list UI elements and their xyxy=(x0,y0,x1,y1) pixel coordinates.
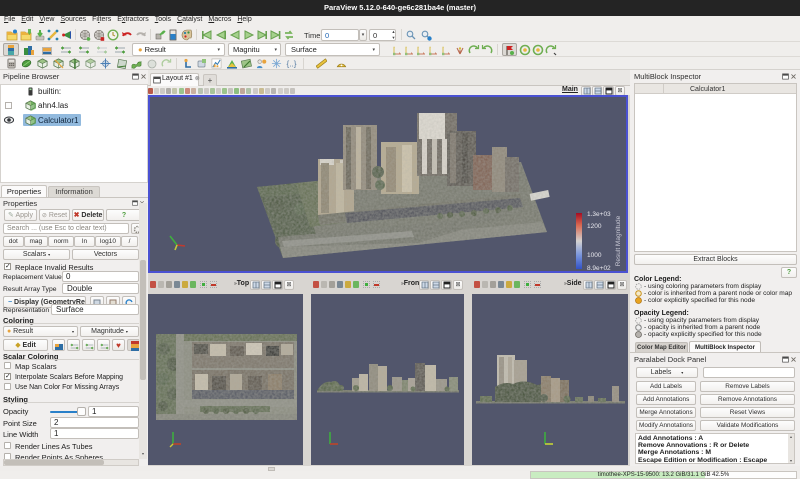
svg-text:8.9e+02: 8.9e+02 xyxy=(587,265,611,271)
svg-text:1000: 1000 xyxy=(587,252,602,259)
svg-text:1200: 1200 xyxy=(587,223,602,230)
svg-text:1.3e+03: 1.3e+03 xyxy=(587,211,611,218)
svg-text:Result Magnitude: Result Magnitude xyxy=(615,215,622,266)
